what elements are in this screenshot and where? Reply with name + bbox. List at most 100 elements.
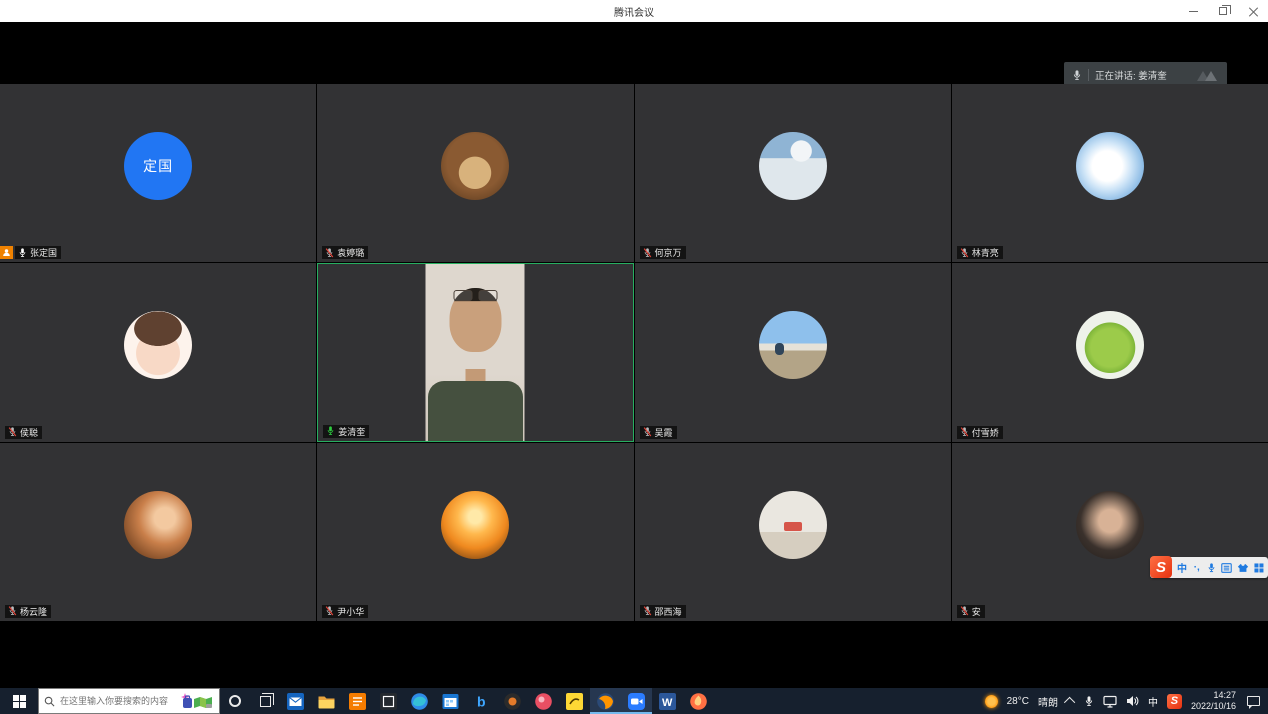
- participant-grid: 定国张定国袁婷璐何京万 林青亮侯聪姜清奎 吴霞 付雪娇杨云隆 尹小华 邵西海 安: [0, 84, 1268, 621]
- mic-status-icon: [643, 247, 652, 259]
- dark-circle-app-icon[interactable]: [497, 688, 528, 714]
- search-icon: [44, 696, 55, 707]
- tencent-meeting-icon[interactable]: [621, 688, 652, 714]
- tray-expand-icon[interactable]: [1064, 697, 1075, 708]
- avatar: [759, 132, 827, 200]
- windows-logo-icon: [13, 695, 26, 708]
- tray-volume-icon[interactable]: [1126, 695, 1139, 707]
- participant-tile[interactable]: 袁婷璐: [317, 84, 633, 262]
- cortana-button[interactable]: [220, 688, 250, 714]
- participant-tile[interactable]: 姜清奎: [317, 263, 633, 441]
- mic-status-icon: [8, 605, 17, 617]
- search-highlight-icons[interactable]: [180, 693, 214, 709]
- speaking-label: 正在讲话: 姜清奎: [1095, 68, 1167, 82]
- tray-mic-icon[interactable]: [1084, 695, 1094, 708]
- sogou-input-toolbar[interactable]: S 中 ·,: [1150, 557, 1268, 578]
- window-title: 腾讯会议: [614, 4, 654, 19]
- window-titlebar: 腾讯会议: [0, 0, 1268, 22]
- file-explorer-icon[interactable]: [311, 688, 342, 714]
- red-circle-app-icon[interactable]: [528, 688, 559, 714]
- mic-status-icon: [325, 605, 334, 617]
- avatar: [441, 491, 509, 559]
- participant-name: 何京万: [655, 246, 682, 259]
- word-icon[interactable]: W: [652, 688, 683, 714]
- participant-name: 付雪娇: [972, 426, 999, 439]
- participant-tile[interactable]: 定国张定国: [0, 84, 316, 262]
- pinned-apps: bW: [280, 688, 714, 714]
- participant-name: 邵西海: [655, 605, 682, 618]
- edge-icon[interactable]: [404, 688, 435, 714]
- avatar: [124, 311, 192, 379]
- participant-tile[interactable]: 付雪娇: [952, 263, 1268, 441]
- start-button[interactable]: [0, 688, 38, 714]
- sogou-logo-icon[interactable]: S: [1150, 556, 1172, 578]
- participant-tile[interactable]: 尹小华: [317, 443, 633, 621]
- participant-tile[interactable]: 安: [952, 443, 1268, 621]
- flame-app-icon[interactable]: [683, 688, 714, 714]
- video-person-shirt: [428, 381, 523, 441]
- participant-name: 杨云隆: [20, 605, 47, 618]
- cortana-icon: [229, 695, 241, 707]
- avatar: [1076, 491, 1144, 559]
- host-icon: [0, 246, 13, 259]
- yellow-app-icon[interactable]: [559, 688, 590, 714]
- tencent-meeting-window: 腾讯会议 正在讲话: 姜清奎 定国张定国袁婷璐何京万 林青亮侯聪姜清奎 吴霞 付雪娇杨…: [0, 0, 1268, 714]
- svg-text:W: W: [662, 697, 673, 709]
- avatar: [124, 491, 192, 559]
- participant-tile[interactable]: 吴霞: [635, 263, 951, 441]
- weather-condition[interactable]: 晴朗: [1038, 694, 1058, 709]
- ime-chinese-mode-button[interactable]: 中: [1177, 560, 1187, 575]
- clock-date: 2022/10/16: [1191, 701, 1236, 712]
- mail-icon[interactable]: [280, 688, 311, 714]
- restore-icon: [1219, 7, 1227, 15]
- avatar: [441, 132, 509, 200]
- avatar: [759, 491, 827, 559]
- participant-name: 吴霞: [655, 426, 673, 439]
- participant-tile[interactable]: 林青亮: [952, 84, 1268, 262]
- orange-note-app-icon[interactable]: [342, 688, 373, 714]
- participant-name: 林青亮: [972, 246, 999, 259]
- ime-mode-indicator[interactable]: 中: [1148, 694, 1158, 709]
- sogou-tray-icon[interactable]: S: [1167, 694, 1182, 709]
- participant-name: 张定国: [30, 246, 57, 259]
- ime-skin-icon[interactable]: [1237, 563, 1249, 573]
- divider: [1088, 69, 1089, 81]
- calendar-app-icon[interactable]: [435, 688, 466, 714]
- participant-tile[interactable]: 邵西海: [635, 443, 951, 621]
- orange-circle-app-icon[interactable]: [590, 688, 621, 714]
- weather-temp[interactable]: 28°C: [1007, 696, 1029, 707]
- close-button[interactable]: [1238, 0, 1268, 22]
- bing-icon[interactable]: b: [466, 688, 497, 714]
- mic-status-icon: [325, 247, 334, 259]
- taskbar-search-box[interactable]: [38, 688, 220, 714]
- mic-icon: [1072, 69, 1082, 82]
- participant-name: 尹小华: [337, 605, 364, 618]
- action-center-icon[interactable]: [1247, 696, 1260, 706]
- dark-app-icon[interactable]: [373, 688, 404, 714]
- ime-keyboard-menu-icon[interactable]: [1221, 563, 1232, 573]
- mic-status-icon: [960, 247, 969, 259]
- participant-tile[interactable]: 何京万: [635, 84, 951, 262]
- task-view-button[interactable]: [250, 688, 280, 714]
- participant-tile[interactable]: 杨云隆: [0, 443, 316, 621]
- clock-time: 14:27: [1191, 690, 1236, 701]
- participant-name: 安: [972, 605, 981, 618]
- weather-sun-icon[interactable]: [985, 695, 998, 708]
- ime-punctuation-button[interactable]: ·,: [1192, 562, 1202, 573]
- live-video-feed: [426, 264, 525, 440]
- search-input[interactable]: [60, 696, 175, 706]
- restore-button[interactable]: [1208, 0, 1238, 22]
- participant-tile[interactable]: 侯聪: [0, 263, 316, 441]
- minimize-button[interactable]: [1178, 0, 1208, 22]
- system-tray: 28°C 晴朗 中 S 14:27 2022/10/16: [985, 688, 1268, 714]
- mic-status-icon: [960, 426, 969, 438]
- participant-name: 姜清奎: [338, 425, 365, 438]
- avatar: [1076, 311, 1144, 379]
- taskbar-clock[interactable]: 14:27 2022/10/16: [1191, 690, 1236, 712]
- tray-display-icon[interactable]: [1103, 695, 1117, 708]
- ime-voice-icon[interactable]: [1207, 562, 1217, 574]
- minimize-icon: [1189, 11, 1198, 12]
- ime-toolbox-icon[interactable]: [1254, 563, 1264, 573]
- meeting-content: 正在讲话: 姜清奎 定国张定国袁婷璐何京万 林青亮侯聪姜清奎 吴霞 付雪娇杨云隆 尹小华…: [0, 22, 1268, 688]
- mic-status-icon: [326, 425, 335, 437]
